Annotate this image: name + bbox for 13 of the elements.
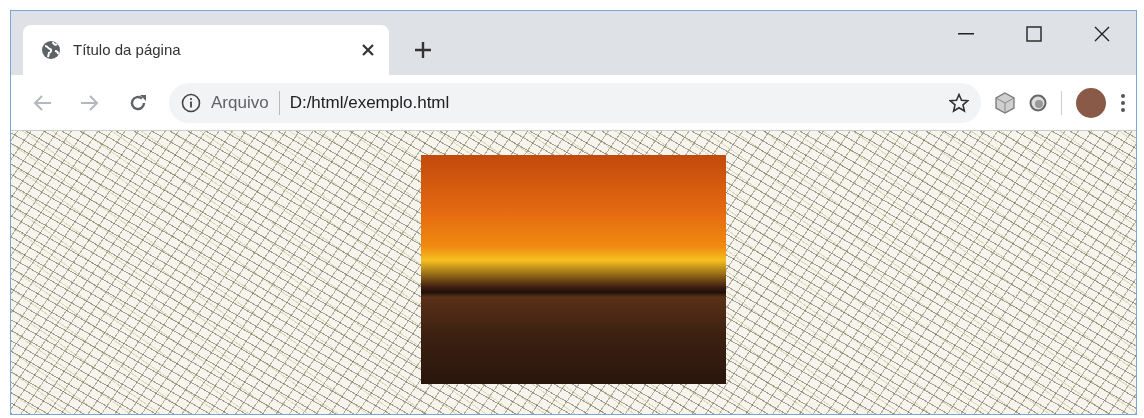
tab-title: Título da página bbox=[73, 39, 182, 60]
close-tab-icon[interactable] bbox=[361, 43, 375, 57]
info-icon bbox=[181, 92, 201, 113]
circle-icon[interactable] bbox=[1029, 93, 1047, 112]
address-bar[interactable]: Arquivo D:/html/exemplo.html bbox=[169, 82, 981, 123]
browser-tab[interactable]: Título da página bbox=[23, 25, 389, 75]
cube-icon[interactable] bbox=[995, 91, 1015, 114]
star-icon[interactable] bbox=[949, 92, 969, 113]
globe-icon bbox=[41, 40, 61, 60]
scheme-label: Arquivo bbox=[211, 91, 269, 114]
profile-avatar[interactable] bbox=[1076, 87, 1106, 118]
menu-icon[interactable] bbox=[1120, 92, 1126, 113]
url-text: D:/html/exemplo.html bbox=[289, 91, 451, 114]
